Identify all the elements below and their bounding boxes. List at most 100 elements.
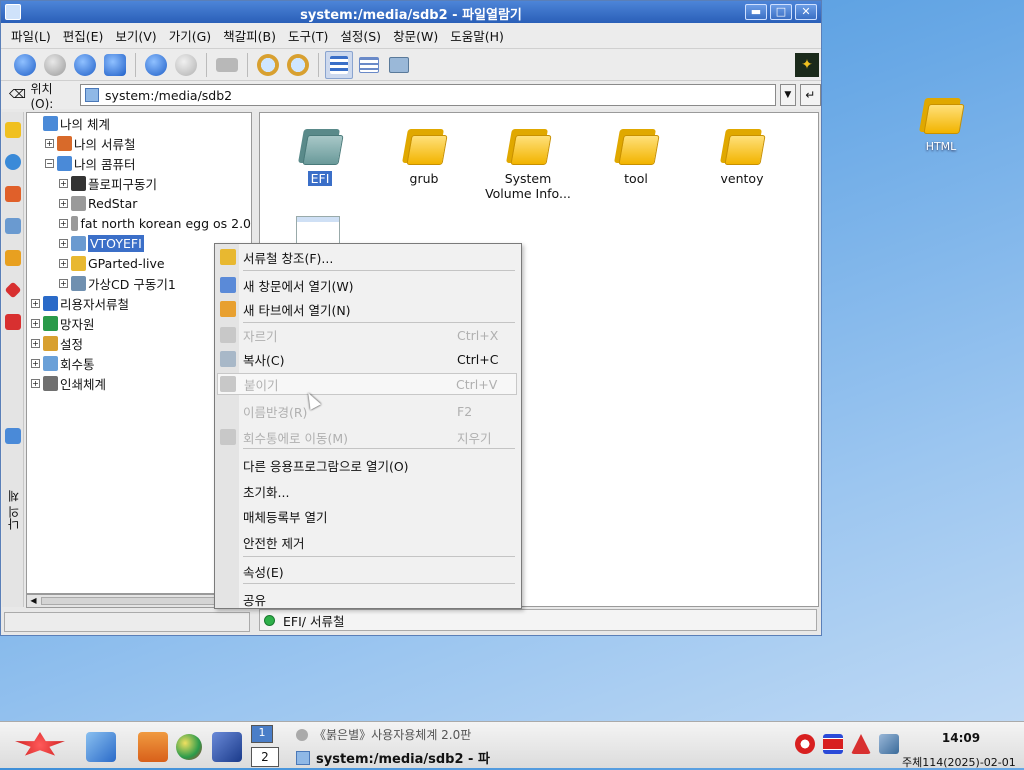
up-button[interactable] xyxy=(71,51,99,79)
expand-toggle-icon[interactable]: + xyxy=(45,138,54,148)
expand-toggle-icon[interactable]: − xyxy=(45,158,54,168)
tree-item[interactable]: 나의 체계 xyxy=(27,113,251,133)
media-player-icon[interactable] xyxy=(212,732,242,762)
context-menu-item[interactable]: 초기화... xyxy=(239,480,517,502)
menu-tools[interactable]: 도구(T) xyxy=(282,26,334,45)
taskbar-entry-inactive[interactable]: 《붉은별》사용자용체계 2.0판 xyxy=(296,726,471,743)
desktop-html-folder[interactable]: HTML xyxy=(912,94,970,153)
start-menu-star-icon[interactable] xyxy=(15,732,65,756)
taskbar-entry-active[interactable]: system:/media/sdb2 - 파 xyxy=(296,748,490,767)
minimize-button[interactable]: ▬ xyxy=(745,4,767,20)
tab-documents[interactable] xyxy=(3,180,23,208)
desktop-pager-1[interactable]: 1 xyxy=(251,725,273,743)
context-menu-item[interactable]: 이름반경(R) F2 xyxy=(239,400,517,422)
context-menu-item[interactable]: 안전한 제거 xyxy=(239,531,517,553)
scroll-thumb[interactable] xyxy=(41,597,237,605)
tree-item[interactable]: − 나의 콤퓨터 xyxy=(27,153,251,173)
icon-view-button[interactable] xyxy=(325,50,353,79)
go-button[interactable]: ↵ xyxy=(799,84,821,106)
menu-view[interactable]: 보기(V) xyxy=(109,26,162,45)
file-icon-partial[interactable] xyxy=(296,216,340,244)
tab-history[interactable] xyxy=(3,148,23,176)
expand-toggle-icon[interactable]: + xyxy=(31,358,40,368)
context-menu-item[interactable]: 속성(E) xyxy=(239,560,517,582)
expand-toggle-icon[interactable]: + xyxy=(31,298,40,308)
clear-location-icon[interactable]: ⌫ xyxy=(9,87,26,103)
context-menu-item[interactable]: 서류철 창조(F)... xyxy=(239,246,517,268)
home-icon xyxy=(104,53,126,76)
folder-item[interactable]: EFI xyxy=(270,125,370,186)
folder-item[interactable]: ventoy xyxy=(692,125,792,186)
context-menu-item[interactable]: 붙이기 Ctrl+V xyxy=(217,373,517,395)
expand-toggle-icon[interactable]: + xyxy=(59,278,68,288)
expand-toggle-icon[interactable]: + xyxy=(59,258,68,268)
tree-item[interactable]: + fat north korean egg os 2.0 xyxy=(27,213,251,233)
context-menu-item[interactable]: 다른 응용프로그람으로 열기(O) xyxy=(239,454,517,476)
expand-toggle-icon[interactable]: + xyxy=(59,218,68,228)
menu-item-label: 자르기 xyxy=(243,328,278,344)
office-icon[interactable] xyxy=(138,732,168,762)
menu-settings[interactable]: 설정(S) xyxy=(334,26,387,45)
sidebar-tabs: 나의 체계 xyxy=(2,112,38,607)
detail-view-button[interactable] xyxy=(355,51,383,79)
desktop-pager-2[interactable]: 2 xyxy=(251,747,279,767)
tab-network[interactable] xyxy=(3,212,23,240)
flag-icon[interactable] xyxy=(823,734,843,754)
tree-item-label: 나의 서류철 xyxy=(74,136,136,152)
volume-muted-icon[interactable] xyxy=(795,734,815,754)
text-editor-icon[interactable] xyxy=(86,732,116,762)
sidebar-tab-label[interactable]: 나의 체계 xyxy=(5,480,38,530)
title-bar[interactable]: system:/media/sdb2 - 파일열람기 ▬ □ ✕ xyxy=(1,1,821,23)
browser-icon[interactable] xyxy=(176,734,202,760)
expand-toggle-icon[interactable]: + xyxy=(31,318,40,328)
reload-button[interactable] xyxy=(142,51,170,79)
menu-go[interactable]: 가기(G) xyxy=(163,26,217,45)
location-dropdown-button[interactable]: ▼ xyxy=(780,84,796,106)
forward-button[interactable] xyxy=(41,51,69,79)
tab-bookmarks[interactable] xyxy=(3,116,23,144)
context-menu-item[interactable]: 복사(C) Ctrl+C xyxy=(239,348,517,370)
context-menu-item[interactable]: 공유 xyxy=(239,588,517,610)
folder-item[interactable]: tool xyxy=(586,125,686,186)
back-button[interactable] xyxy=(11,51,39,79)
tree-item[interactable]: + RedStar xyxy=(27,193,251,213)
location-input[interactable]: system:/media/sdb2 xyxy=(80,84,777,106)
zoom-in-button[interactable] xyxy=(254,51,282,79)
close-button[interactable]: ✕ xyxy=(795,4,817,20)
tree-item[interactable]: + 플로피구동기 xyxy=(27,173,251,193)
context-menu-item[interactable]: 새 창문에서 열기(W) xyxy=(239,274,517,296)
tab-system[interactable] xyxy=(3,422,23,450)
tree-item-label: 설정 xyxy=(60,336,84,352)
tab-root[interactable] xyxy=(3,308,23,336)
context-menu-item[interactable]: 회수통에로 이동(M) 지우기 xyxy=(239,426,517,448)
expand-toggle-icon[interactable]: + xyxy=(59,238,68,248)
tab-media[interactable] xyxy=(3,276,23,304)
usb-device-icon[interactable] xyxy=(879,734,899,754)
menu-bookmarks[interactable]: 책갈피(B) xyxy=(217,26,282,45)
clock[interactable]: 14:09 xyxy=(930,731,992,745)
zoom-out-button[interactable] xyxy=(284,51,312,79)
expand-toggle-icon[interactable]: + xyxy=(59,198,68,208)
print-button[interactable] xyxy=(213,51,241,79)
home-button[interactable] xyxy=(101,51,129,79)
folder-item[interactable]: System Volume Info... xyxy=(478,125,578,201)
menu-edit[interactable]: 편집(E) xyxy=(57,26,110,45)
tab-services[interactable] xyxy=(3,244,23,272)
scroll-left-icon[interactable]: ◀ xyxy=(28,596,39,606)
preview-view-button[interactable] xyxy=(385,51,413,79)
context-menu-item[interactable]: 새 타브에서 열기(N) xyxy=(239,298,517,320)
menu-file[interactable]: 파일(L) xyxy=(5,26,57,45)
menu-window[interactable]: 창문(W) xyxy=(387,26,444,45)
alert-icon[interactable] xyxy=(851,734,871,754)
context-menu-item[interactable]: 자르기 Ctrl+X xyxy=(239,324,517,346)
folder-item[interactable]: grub xyxy=(374,125,474,186)
tree-item[interactable]: + 나의 서류철 xyxy=(27,133,251,153)
expand-toggle-icon[interactable]: + xyxy=(31,378,40,388)
expand-toggle-icon[interactable]: + xyxy=(59,178,68,188)
context-menu-item[interactable]: 매체등록부 열기 xyxy=(239,505,517,527)
stop-button[interactable] xyxy=(172,51,200,79)
expand-toggle-icon[interactable]: + xyxy=(31,338,40,348)
maximize-button[interactable]: □ xyxy=(770,4,792,20)
cdrom-icon xyxy=(71,255,86,271)
menu-help[interactable]: 도움말(H) xyxy=(444,26,510,45)
